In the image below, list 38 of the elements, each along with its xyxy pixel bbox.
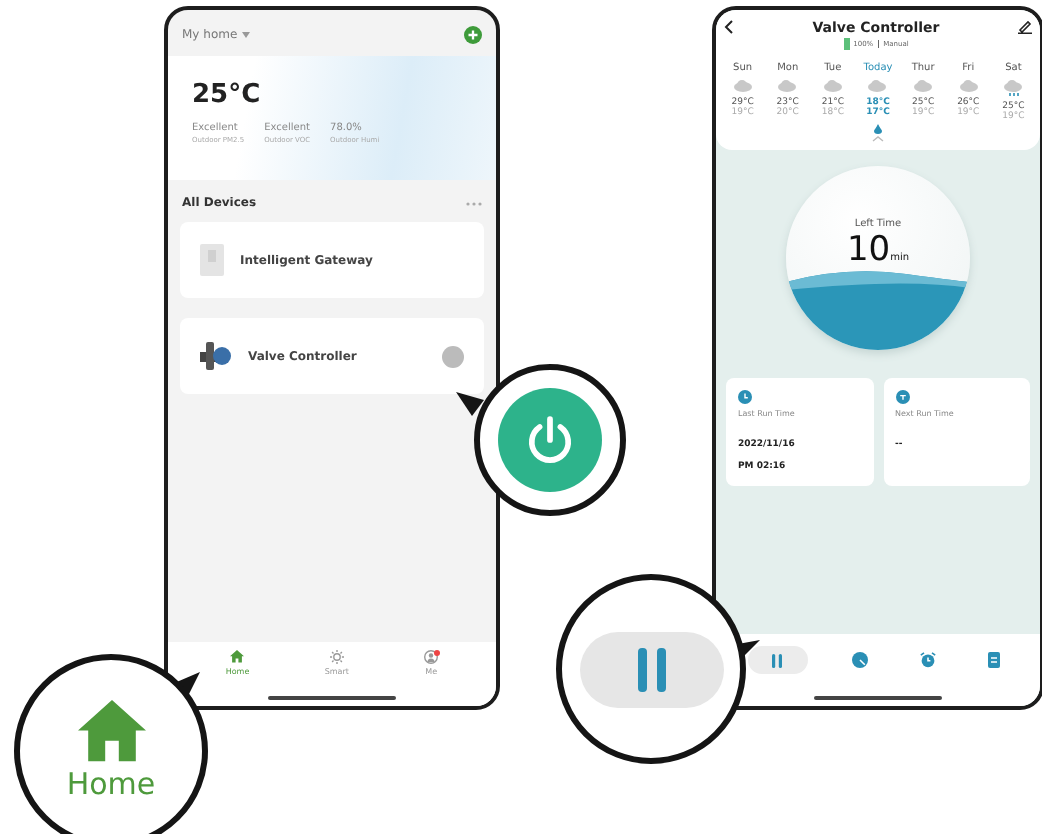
add-icon[interactable] xyxy=(464,26,482,44)
person-icon xyxy=(424,650,439,664)
pause-button[interactable] xyxy=(579,631,723,707)
edit-icon[interactable] xyxy=(1017,20,1032,34)
pause-icon xyxy=(772,653,783,667)
tab[interactable] xyxy=(747,646,808,674)
back-icon[interactable] xyxy=(724,20,734,34)
caret-icon xyxy=(241,32,250,38)
valve-icon xyxy=(200,342,232,370)
cloud-icon xyxy=(733,80,752,92)
timer-value: 10 xyxy=(846,230,891,270)
calendar-clock-icon xyxy=(895,390,909,404)
power-icon xyxy=(524,414,576,466)
cloud-icon xyxy=(959,80,978,92)
clock-icon xyxy=(738,390,752,404)
house-icon xyxy=(77,700,145,762)
cloud-icon xyxy=(914,80,933,92)
cloud-icon xyxy=(823,80,842,92)
divider xyxy=(877,40,880,48)
house-icon xyxy=(230,650,245,664)
collapse-icon[interactable] xyxy=(872,136,884,142)
cloud-icon xyxy=(868,80,887,92)
pause-icon xyxy=(637,647,665,691)
power-button[interactable] xyxy=(498,388,602,492)
power-button[interactable] xyxy=(442,345,464,367)
alarm-clock-icon xyxy=(919,652,936,668)
home-indicator xyxy=(814,696,942,700)
home-indicator xyxy=(268,696,396,700)
cloud-icon xyxy=(778,80,797,92)
document-icon xyxy=(988,652,1001,668)
battery-icon xyxy=(843,38,850,50)
timer-icon xyxy=(852,652,869,668)
home-label: Home xyxy=(66,765,156,802)
rain-cloud-icon xyxy=(1004,80,1023,96)
sun-icon xyxy=(329,650,344,664)
temperature: 25°C xyxy=(192,80,263,110)
gateway-icon xyxy=(200,244,224,276)
drop-icon xyxy=(873,124,882,134)
